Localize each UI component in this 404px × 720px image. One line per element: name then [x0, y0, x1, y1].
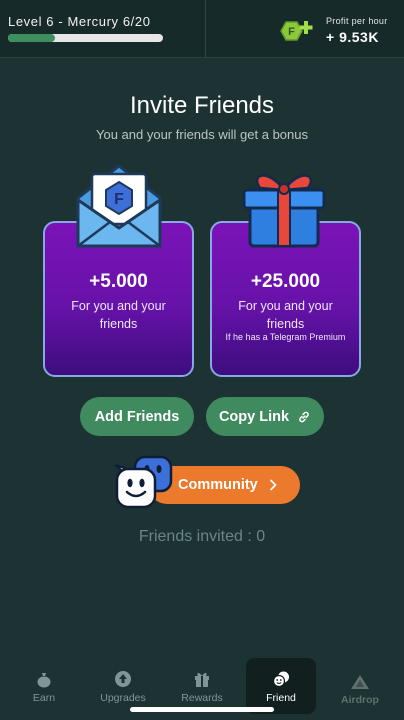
- upgrade-arrow-icon: [115, 671, 131, 687]
- copy-link-button[interactable]: Copy Link: [206, 397, 324, 436]
- copy-link-label: Copy Link: [218, 408, 290, 425]
- svg-text:F: F: [288, 26, 295, 38]
- money-bag-icon: [37, 673, 51, 688]
- level-progress-bar: [8, 34, 163, 42]
- bonus-description: For you and your friends: [238, 299, 333, 331]
- page-subtitle: You and your friends will get a bonus: [96, 127, 308, 142]
- add-friends-label: Add Friends: [94, 408, 180, 425]
- chevron-right-icon: [269, 479, 277, 491]
- nav-item-rewards[interactable]: Rewards: [167, 658, 237, 714]
- profit-coin-plus-icon: F: [280, 21, 313, 41]
- friends-icon: [272, 671, 289, 688]
- gift-box-icon: [242, 174, 326, 248]
- top-header: Level 6 - Mercury 6/20 F Profit per hour…: [0, 0, 404, 58]
- community-label: Community: [178, 477, 258, 493]
- nav-item-airdrop[interactable]: Airdrop: [325, 658, 395, 714]
- nav-label: Rewards: [181, 692, 223, 704]
- nav-label: Airdrop: [341, 694, 379, 706]
- airdrop-icon: [351, 675, 369, 689]
- premium-note: If he has a Telegram Premium: [225, 332, 346, 342]
- nav-item-friend[interactable]: Friend: [246, 658, 316, 714]
- profit-per-hour-value: + 9.53K: [326, 29, 379, 45]
- nav-label: Upgrades: [100, 692, 146, 704]
- bonus-value: +25.000: [250, 271, 321, 292]
- page-title: Invite Friends: [129, 92, 275, 119]
- nav-label: Friend: [266, 692, 296, 704]
- envelope-icon: F: [76, 164, 162, 248]
- level-progress-fill: [8, 34, 55, 42]
- bonus-description: For you and your friends: [71, 299, 166, 331]
- link-icon: [299, 411, 309, 422]
- profit-per-hour-label: Profit per hour: [326, 16, 388, 26]
- nav-label: Earn: [32, 692, 56, 704]
- level-label: Level 6 - Mercury 6/20: [8, 14, 151, 29]
- home-indicator: [130, 707, 274, 712]
- friends-invited-count: Friends invited : 0: [138, 528, 266, 545]
- gift-icon: [195, 672, 209, 687]
- nav-item-earn[interactable]: Earn: [9, 658, 79, 714]
- bonus-value: +5.000: [89, 271, 148, 292]
- add-friends-button[interactable]: Add Friends: [80, 397, 194, 436]
- svg-text:F: F: [114, 191, 124, 208]
- header-divider: [205, 0, 206, 58]
- nav-item-upgrades[interactable]: Upgrades: [88, 658, 158, 714]
- community-mascot-icon: [114, 455, 173, 509]
